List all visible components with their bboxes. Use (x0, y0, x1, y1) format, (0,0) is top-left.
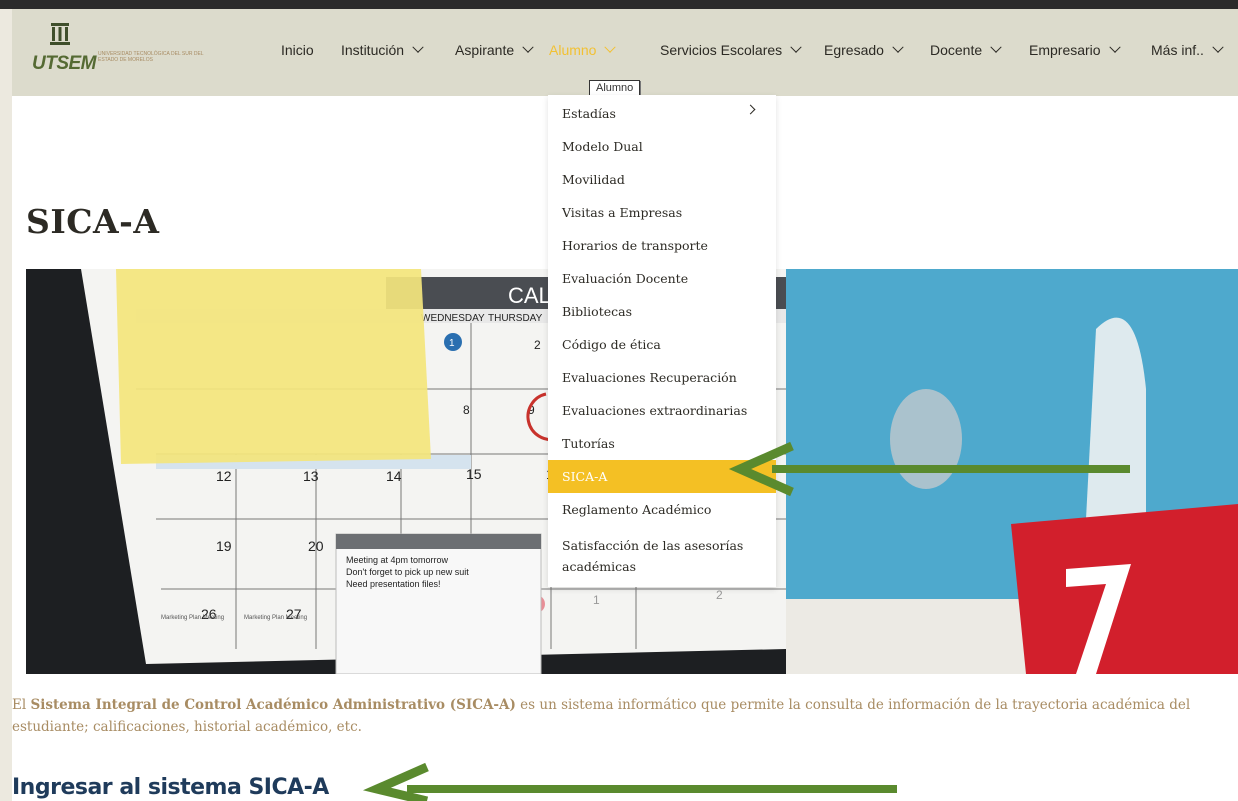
nav-alumno[interactable]: Alumno (549, 41, 617, 58)
menu-item-movilidad[interactable]: Movilidad (548, 163, 776, 195)
menu-item-label: Satisfacción de las asesorías académicas (562, 538, 744, 574)
menu-item-evaluaciones-extraordinarias[interactable]: Evaluaciones extraordinarias (548, 394, 776, 426)
nav-servicios-escolares[interactable]: Servicios Escolares (660, 41, 802, 58)
menu-item-evaluaciones-recuperacion[interactable]: Evaluaciones Recuperación (548, 361, 776, 393)
menu-item-tutorias[interactable]: Tutorías (548, 427, 776, 459)
date-cell: 19 (216, 538, 232, 554)
note-item: Don't forget to pick up new suit (346, 567, 469, 577)
date-cell: 15 (466, 466, 482, 482)
page-frame: UTSEM UNIVERSIDAD TECNOLÓGICA DEL SUR DE… (12, 9, 1238, 801)
menu-item-label: SICA-A (562, 469, 608, 484)
menu-item-label: Movilidad (562, 171, 625, 187)
nav-institucion[interactable]: Institución (341, 41, 424, 58)
menu-item-label: Horarios de transporte (562, 237, 708, 253)
date-cell: 1 (593, 593, 600, 607)
site-logo[interactable]: UTSEM UNIVERSIDAD TECNOLÓGICA DEL SUR DE… (32, 23, 222, 81)
menu-item-horarios-transporte[interactable]: Horarios de transporte (548, 229, 776, 261)
nav-label: Aspirante (455, 42, 515, 58)
chevron-down-icon (522, 41, 534, 53)
nav-label: Más inf.. (1151, 42, 1204, 58)
chevron-right-icon (745, 104, 756, 115)
menu-item-label: Código de ética (562, 336, 661, 352)
date-cell: 8 (463, 403, 470, 417)
page-title: SICA-A (26, 202, 160, 241)
menu-item-label: Modelo Dual (562, 138, 643, 154)
cell-note: Marketing Plan Meeting (244, 615, 307, 621)
chevron-down-icon (604, 41, 617, 53)
nav-mas-informacion[interactable]: Más inf.. (1151, 41, 1224, 58)
menu-item-reglamento-academico[interactable]: Reglamento Académico (548, 493, 776, 525)
site-header: UTSEM UNIVERSIDAD TECNOLÓGICA DEL SUR DE… (12, 9, 1238, 97)
arrow-to-sica-link (362, 762, 897, 801)
menu-item-evaluacion-docente[interactable]: Evaluación Docente (548, 262, 776, 294)
nav-label: Empresario (1029, 42, 1101, 58)
menu-item-label: Reglamento Académico (562, 501, 712, 517)
menu-item-label: Evaluación Docente (562, 270, 689, 286)
nav-label: Alumno (549, 42, 597, 58)
chevron-down-icon (1108, 41, 1121, 53)
menu-item-modelo-dual[interactable]: Modelo Dual (548, 130, 776, 162)
logo-brand: UTSEM (32, 53, 97, 74)
nav-docente[interactable]: Docente (930, 41, 1002, 58)
nav-label: Docente (930, 42, 983, 58)
menu-item-codigo-etica[interactable]: Código de ética (548, 328, 776, 360)
menu-item-label: Evaluaciones Recuperación (562, 369, 737, 385)
menu-item-visitas-empresas[interactable]: Visitas a Empresas (548, 196, 776, 228)
note-item: Meeting at 4pm tomorrow (346, 555, 449, 565)
nav-label: Egresado (824, 42, 884, 58)
chevron-down-icon (892, 41, 904, 53)
desc-bold: Sistema Integral de Control Académico Ad… (30, 697, 516, 713)
date-cell: 20 (308, 538, 324, 554)
nav-label: Institución (341, 42, 405, 58)
menu-item-label: Evaluaciones extraordinarias (562, 402, 748, 418)
nav-inicio[interactable]: Inicio (281, 42, 314, 58)
date-cell: 2 (716, 588, 723, 602)
nav-label: Inicio (281, 42, 314, 58)
menu-item-bibliotecas[interactable]: Bibliotecas (548, 295, 776, 327)
menu-item-label: Visitas a Empresas (562, 204, 683, 220)
cell-note: Marketing Plan Meeting (161, 615, 224, 621)
day-label: WEDNESDAY (421, 313, 485, 324)
menu-item-label: Estadías (562, 105, 616, 121)
date-cell: 12 (216, 468, 232, 484)
top-border (0, 0, 1238, 9)
chevron-down-icon (412, 41, 424, 53)
nav-label: Servicios Escolares (660, 42, 783, 58)
menu-item-estadias[interactable]: Estadías (548, 97, 776, 129)
nav-egresado[interactable]: Egresado (824, 41, 904, 58)
date-cell: 2 (534, 338, 541, 352)
day-label: THURSDAY (488, 313, 543, 324)
date-cell: 13 (303, 468, 319, 484)
logo-tagline: UNIVERSIDAD TECNOLÓGICA DEL SUR DEL ESTA… (98, 51, 204, 63)
sica-a-login-link[interactable]: Ingresar al sistema SICA-A (12, 775, 329, 800)
chevron-down-icon (990, 41, 1002, 53)
menu-item-sica-a[interactable]: SICA-A (548, 460, 776, 493)
page-description: El Sistema Integral de Control Académico… (12, 694, 1238, 738)
chevron-down-icon (1212, 41, 1224, 53)
note-item: Need presentation files! (346, 579, 441, 589)
nav-aspirante[interactable]: Aspirante (455, 41, 534, 58)
menu-item-label: Bibliotecas (562, 303, 632, 319)
chevron-down-icon (790, 41, 802, 53)
menu-item-satisfaccion-asesorias[interactable]: Satisfacción de las asesorías académicas (548, 527, 748, 581)
date-cell: 14 (386, 468, 402, 484)
menu-item-label: Tutorías (562, 435, 615, 451)
alumno-dropdown-menu: Estadías Modelo Dual Movilidad Visitas a… (548, 95, 776, 587)
desc-prefix: El (12, 697, 31, 713)
nav-empresario[interactable]: Empresario (1029, 41, 1121, 58)
date-cell: 1 (449, 338, 455, 349)
building-icon (50, 23, 70, 45)
